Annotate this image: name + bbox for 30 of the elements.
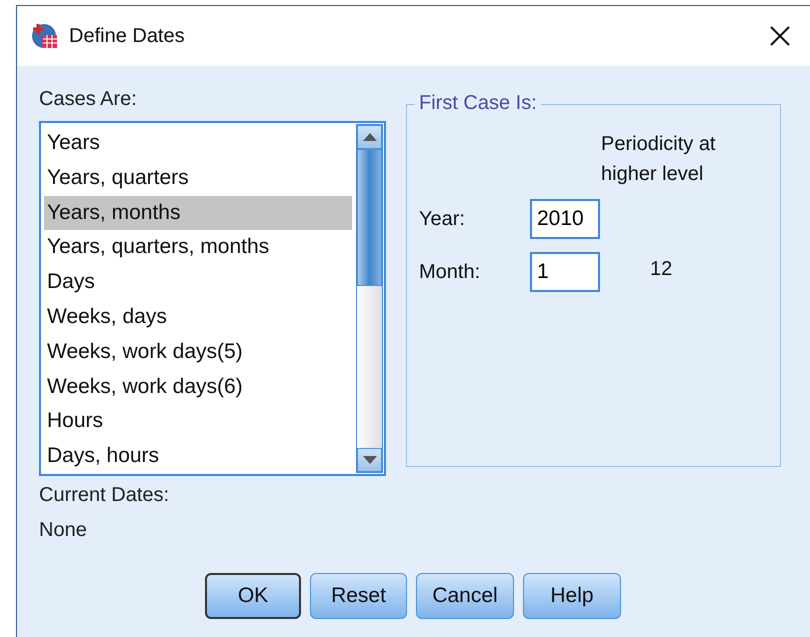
list-item[interactable]: Years, quarters, months bbox=[44, 230, 352, 266]
list-item[interactable]: Days bbox=[44, 265, 352, 300]
dialog-button[interactable]: Help bbox=[523, 573, 621, 619]
cases-list[interactable]: Years Years, quarters Years, months Years, quarters, months Days Weeks, days Weeks, work days(5) Weeks, work days(6) Hours Days, hours bbox=[39, 121, 386, 476]
field-label: Month: bbox=[419, 260, 482, 284]
list-item[interactable]: Hours bbox=[44, 404, 352, 440]
input-field[interactable]: 1 bbox=[530, 252, 600, 292]
list-item[interactable]: Years, months bbox=[44, 196, 352, 230]
list-label: Cases Are: bbox=[39, 88, 138, 111]
dialog-button[interactable]: OK bbox=[205, 573, 301, 619]
list-item[interactable]: Weeks, days bbox=[44, 300, 352, 335]
dialog-button[interactable]: Cancel bbox=[416, 573, 514, 619]
current-dates-value: None bbox=[39, 519, 88, 542]
dialog-button[interactable]: Reset bbox=[310, 573, 407, 619]
list-item[interactable]: Weeks, work days(6) bbox=[44, 370, 352, 404]
app-icon bbox=[31, 22, 59, 50]
list-item[interactable]: Years, quarters bbox=[44, 160, 352, 196]
field-label: Year: bbox=[419, 208, 466, 230]
periodicity-value: 12 bbox=[650, 258, 672, 280]
scrollbar[interactable] bbox=[356, 124, 383, 473]
periodicity-header: Periodicity at higher level bbox=[601, 132, 716, 187]
list-item[interactable]: Years bbox=[44, 126, 352, 161]
input-field[interactable]: 2010 bbox=[530, 199, 600, 239]
list-item[interactable]: Weeks, work days(5) bbox=[44, 334, 352, 370]
window-title: Define Dates bbox=[69, 24, 186, 48]
current-dates-label: Current Dates: bbox=[39, 484, 170, 507]
scroll-down-icon[interactable] bbox=[362, 456, 376, 464]
list-item[interactable]: Days, hours bbox=[44, 439, 352, 474]
scroll-up-icon[interactable] bbox=[362, 133, 376, 141]
close-icon[interactable] bbox=[770, 26, 790, 46]
